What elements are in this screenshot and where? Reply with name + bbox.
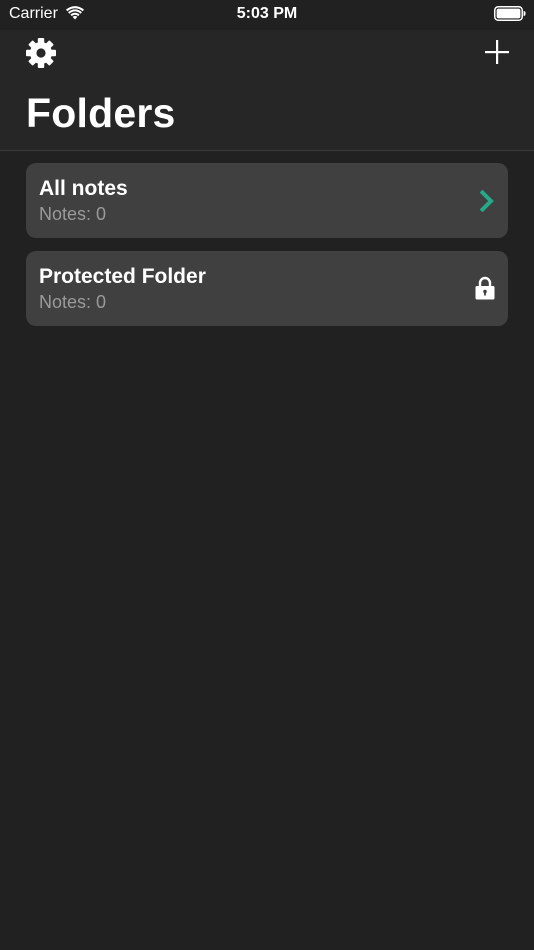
plus-icon[interactable]: [484, 39, 510, 65]
page-title: Folders: [26, 90, 176, 136]
notes-count-value: 0: [96, 204, 107, 224]
folder-note-count: Notes: 0: [39, 204, 106, 225]
chevron-right-icon: [480, 190, 494, 212]
navigation-bar: Folders: [0, 30, 534, 151]
gear-icon[interactable]: [24, 36, 58, 70]
folder-note-count: Notes: 0: [39, 292, 106, 313]
battery-icon: [494, 6, 526, 21]
status-bar: Carrier 5:03 PM: [0, 0, 534, 30]
notes-count-label: Notes:: [39, 204, 92, 224]
status-time: 5:03 PM: [236, 5, 298, 22]
folder-item-all-notes[interactable]: All notes Notes: 0: [26, 163, 508, 238]
folder-item-protected-folder[interactable]: Protected Folder Notes: 0: [26, 251, 508, 326]
lock-icon: [475, 276, 495, 300]
folder-name: Protected Folder: [39, 265, 206, 288]
folder-name: All notes: [39, 177, 128, 200]
folder-list: All notes Notes: 0 Protected Folder Notes…: [26, 163, 508, 339]
notes-count-value: 0: [96, 292, 107, 312]
notes-count-label: Notes:: [39, 292, 92, 312]
